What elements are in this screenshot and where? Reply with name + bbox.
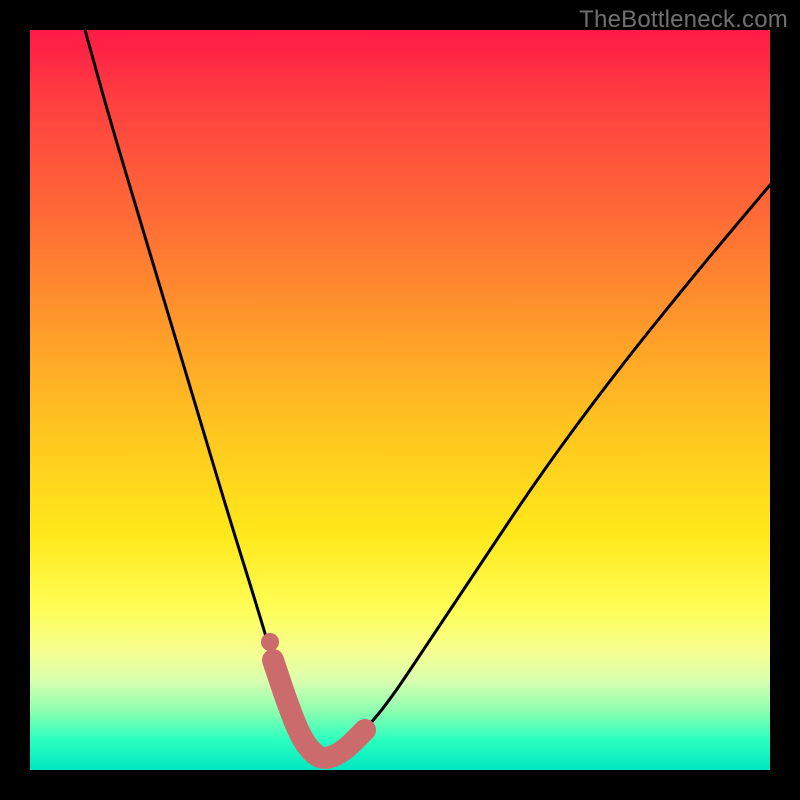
chart-frame: TheBottleneck.com xyxy=(0,0,800,800)
bottleneck-curve xyxy=(85,30,770,758)
plot-area xyxy=(30,30,770,770)
curve-svg xyxy=(30,30,770,770)
highlighted-segment xyxy=(273,660,365,758)
highlighted-dot xyxy=(261,633,279,651)
